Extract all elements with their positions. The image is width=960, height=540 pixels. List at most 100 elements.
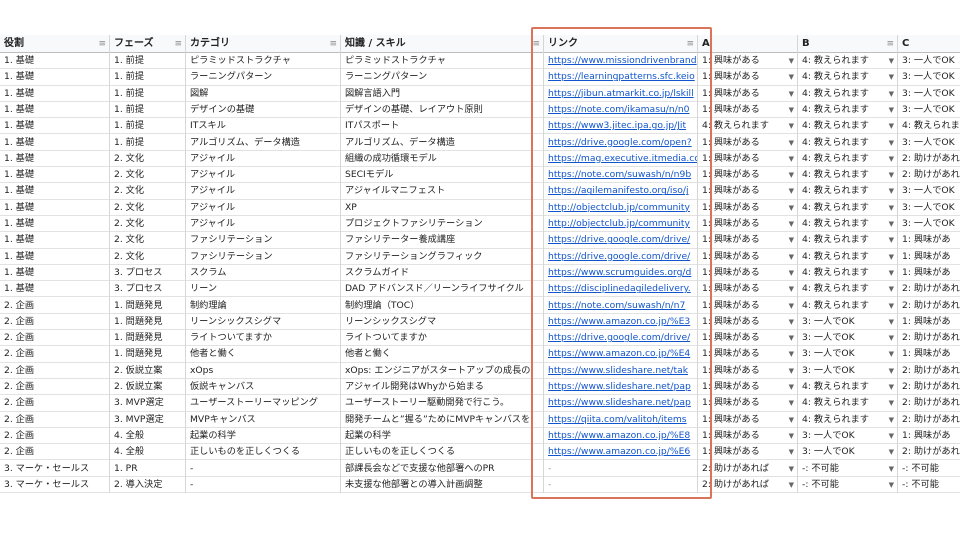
col-link-cell[interactable]: https://www.amazon.co.jp/%E4	[544, 346, 698, 362]
dropdown-arrow-icon[interactable]: ▼	[889, 53, 894, 69]
col-skill-cell[interactable]: アジャイルマニフェスト	[341, 183, 544, 199]
col-c-cell[interactable]: 1: 興味があ	[898, 249, 960, 265]
col-c-cell[interactable]: 1: 興味があ	[898, 232, 960, 248]
col-a-cell[interactable]: 1: 興味がある ▼	[698, 232, 798, 248]
col-phase-cell[interactable]: 1. 前提	[110, 135, 186, 151]
col-skill-cell[interactable]: ファシリテーター養成講座	[341, 232, 544, 248]
col-b-cell[interactable]: 4: 教えられます ▼	[798, 151, 898, 167]
dropdown-arrow-icon[interactable]: ▼	[889, 298, 894, 314]
col-link-cell[interactable]: https://note.com/suwash/n/n7	[544, 298, 698, 314]
col-role-cell[interactable]: 1. 基礎	[0, 216, 110, 232]
col-b-cell[interactable]: 3: 一人でOK ▼	[798, 363, 898, 379]
dropdown-arrow-icon[interactable]: ▼	[889, 167, 894, 183]
col-phase-cell[interactable]: 1. 前提	[110, 118, 186, 134]
dropdown-arrow-icon[interactable]: ▼	[789, 118, 794, 134]
col-category-cell[interactable]: アジャイル	[186, 151, 341, 167]
col-a-cell[interactable]: 1: 興味がある ▼	[698, 428, 798, 444]
col-c-cell[interactable]: 1: 興味があ	[898, 265, 960, 281]
dropdown-arrow-icon[interactable]: ▼	[789, 167, 794, 183]
col-b-cell[interactable]: 4: 教えられます ▼	[798, 298, 898, 314]
col-c-cell[interactable]: -: 不可能	[898, 477, 960, 493]
col-role-cell[interactable]: 2. 企画	[0, 346, 110, 362]
col-link-cell[interactable]: https://drive.google.com/drive/	[544, 232, 698, 248]
col-link-cell[interactable]: https://jibun.atmarkit.co.jp/lskill	[544, 86, 698, 102]
col-category-cell[interactable]: -	[186, 477, 341, 493]
col-skill-cell[interactable]: スクラムガイド	[341, 265, 544, 281]
col-phase-cell[interactable]: 1. 前提	[110, 53, 186, 69]
col-c-cell[interactable]: 2: 助けがあれ	[898, 444, 960, 460]
col-c-cell[interactable]: 3: 一人でOK	[898, 216, 960, 232]
col-a-cell[interactable]: 4: 教えられます ▼	[698, 118, 798, 134]
col-b-cell[interactable]: 4: 教えられます ▼	[798, 86, 898, 102]
dropdown-arrow-icon[interactable]: ▼	[789, 183, 794, 199]
col-c-cell[interactable]: 3: 一人でOK	[898, 53, 960, 69]
col-category-cell[interactable]: リーンシックスシグマ	[186, 314, 341, 330]
col-b-cell[interactable]: 3: 一人でOK ▼	[798, 314, 898, 330]
dropdown-arrow-icon[interactable]: ▼	[889, 444, 894, 460]
col-phase-cell[interactable]: 1. PR	[110, 461, 186, 477]
col-role-cell[interactable]: 2. 企画	[0, 314, 110, 330]
col-role-cell[interactable]: 2. 企画	[0, 363, 110, 379]
col-phase-cell[interactable]: 2. 文化	[110, 183, 186, 199]
dropdown-arrow-icon[interactable]: ▼	[789, 412, 794, 428]
col-a-cell[interactable]: 1: 興味がある ▼	[698, 444, 798, 460]
col-b-cell[interactable]: 3: 一人でOK ▼	[798, 444, 898, 460]
col-a-cell[interactable]: 1: 興味がある ▼	[698, 249, 798, 265]
col-phase-cell[interactable]: 3. MVP選定	[110, 412, 186, 428]
col-phase-cell[interactable]: 3. プロセス	[110, 265, 186, 281]
dropdown-arrow-icon[interactable]: ▼	[889, 216, 894, 232]
col-b-cell[interactable]: 4: 教えられます ▼	[798, 249, 898, 265]
dropdown-arrow-icon[interactable]: ▼	[789, 281, 794, 297]
col-phase-cell[interactable]: 2. 文化	[110, 167, 186, 183]
col-phase-cell[interactable]: 1. 前提	[110, 86, 186, 102]
col-c-cell[interactable]: 3: 一人でOK	[898, 69, 960, 85]
col-role-cell[interactable]: 2. 企画	[0, 412, 110, 428]
dropdown-arrow-icon[interactable]: ▼	[789, 444, 794, 460]
col-a-cell[interactable]: 1: 興味がある ▼	[698, 135, 798, 151]
dropdown-arrow-icon[interactable]: ▼	[789, 200, 794, 216]
col-a-cell[interactable]: 1: 興味がある ▼	[698, 330, 798, 346]
col-role-cell[interactable]: 2. 企画	[0, 444, 110, 460]
col-category-cell[interactable]: アジャイル	[186, 200, 341, 216]
col-a-cell[interactable]: 1: 興味がある ▼	[698, 395, 798, 411]
col-category-cell[interactable]: 仮説キャンバス	[186, 379, 341, 395]
col-role-cell[interactable]: 2. 企画	[0, 428, 110, 444]
col-role-cell[interactable]: 1. 基礎	[0, 249, 110, 265]
col-phase-cell[interactable]: 2. 文化	[110, 151, 186, 167]
col-link-cell[interactable]: https://note.com/suwash/n/n9b	[544, 167, 698, 183]
col-c-cell[interactable]: 3: 一人でOK	[898, 102, 960, 118]
dropdown-arrow-icon[interactable]: ▼	[789, 298, 794, 314]
col-c-cell[interactable]: 4: 教えられま	[898, 118, 960, 134]
col-a-cell[interactable]: 1: 興味がある ▼	[698, 363, 798, 379]
col-skill-cell[interactable]: XP	[341, 200, 544, 216]
col-role-cell[interactable]: 1. 基礎	[0, 232, 110, 248]
col-category-cell[interactable]: リーン	[186, 281, 341, 297]
header-col-c[interactable]: C	[898, 35, 960, 53]
col-link-cell[interactable]: https://note.com/ikamasu/n/n0	[544, 102, 698, 118]
col-category-cell[interactable]: アジャイル	[186, 216, 341, 232]
header-col-phase[interactable]: フェーズ ≡	[110, 35, 186, 53]
col-skill-cell[interactable]: 未支援な他部署との導入計画調整	[341, 477, 544, 493]
col-c-cell[interactable]: 2: 助けがあれ	[898, 379, 960, 395]
col-role-cell[interactable]: 2. 企画	[0, 395, 110, 411]
col-a-cell[interactable]: 1: 興味がある ▼	[698, 183, 798, 199]
col-phase-cell[interactable]: 3. MVP選定	[110, 395, 186, 411]
col-category-cell[interactable]: ピラミッドストラクチャ	[186, 53, 341, 69]
dropdown-arrow-icon[interactable]: ▼	[889, 461, 894, 477]
col-role-cell[interactable]: 2. 企画	[0, 379, 110, 395]
col-link-cell[interactable]: https://disciplinedagiledelivery.	[544, 281, 698, 297]
col-b-cell[interactable]: 3: 一人でOK ▼	[798, 428, 898, 444]
col-c-cell[interactable]: 3: 一人でOK	[898, 200, 960, 216]
dropdown-arrow-icon[interactable]: ▼	[789, 461, 794, 477]
header-col-link[interactable]: リンク ≡	[544, 35, 698, 53]
col-phase-cell[interactable]: 1. 問題発見	[110, 330, 186, 346]
col-link-cell[interactable]: http://objectclub.jp/community	[544, 200, 698, 216]
col-link-cell[interactable]: https://drive.google.com/open?	[544, 135, 698, 151]
col-b-cell[interactable]: 4: 教えられます ▼	[798, 167, 898, 183]
filter-icon[interactable]: ≡	[532, 35, 540, 52]
col-category-cell[interactable]: ITスキル	[186, 118, 341, 134]
col-category-cell[interactable]: アジャイル	[186, 183, 341, 199]
col-skill-cell[interactable]: 起業の科学	[341, 428, 544, 444]
col-category-cell[interactable]: xOps	[186, 363, 341, 379]
col-c-cell[interactable]: 2: 助けがあれ	[898, 167, 960, 183]
